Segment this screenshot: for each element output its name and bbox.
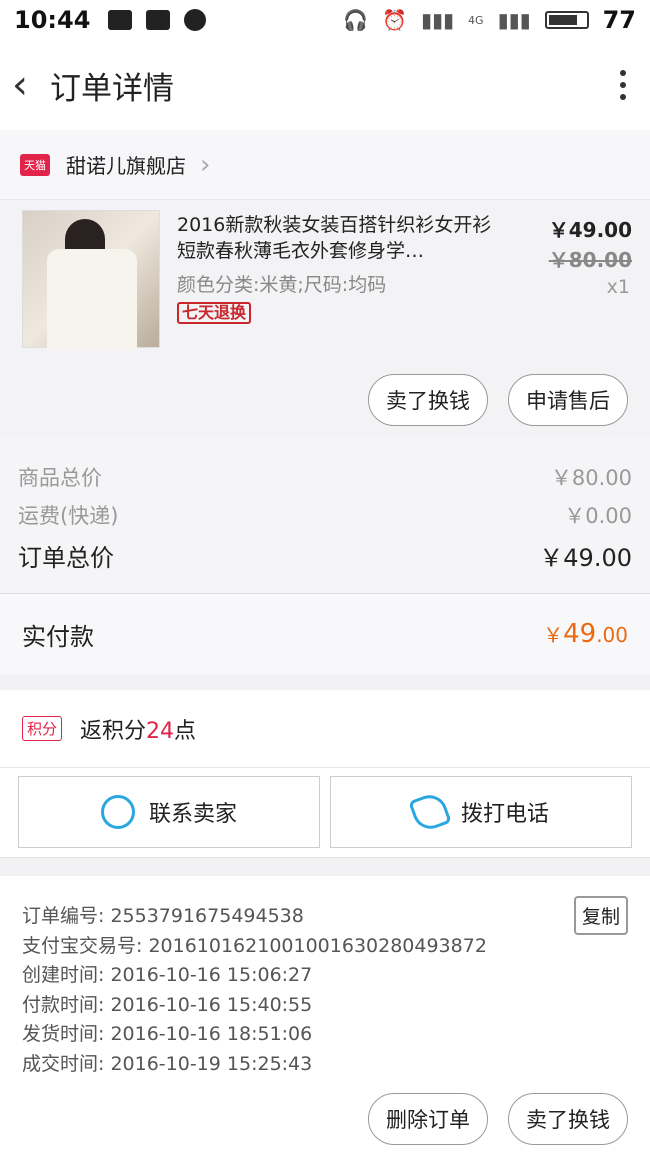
- signal-icon: ▮▮▮: [421, 8, 455, 32]
- shipped-time: 发货时间: 2016-10-16 18:51:06: [22, 1023, 313, 1045]
- phone-icon: [408, 790, 452, 834]
- price-summary: 商品总价 ￥80.00 运费(快递) ￥0.00 订单总价 ￥49.00: [0, 436, 650, 594]
- paid-label: 实付款: [22, 622, 94, 651]
- product-title: 2016新款秋装女装百搭针织衫女开衫短款春秋薄毛衣外套修身学…: [177, 214, 492, 262]
- order-item[interactable]: 2016新款秋装女装百搭针织衫女开衫短款春秋薄毛衣外套修身学… 颜色分类:米黄;…: [0, 200, 650, 436]
- mail-notification-icon: [146, 10, 171, 30]
- seven-day-return-badge: 七天退换: [177, 302, 252, 324]
- created-time: 创建时间: 2016-10-16 15:06:27: [22, 964, 313, 986]
- copy-button[interactable]: 复制: [573, 896, 628, 935]
- product-thumbnail[interactable]: [22, 210, 160, 349]
- image-notification-icon: [108, 10, 133, 30]
- product-original-price: ￥80.00: [548, 248, 632, 272]
- paid-amount: ￥49.00: [543, 619, 628, 649]
- resell-button[interactable]: 卖了换钱: [368, 374, 488, 426]
- chat-face-icon: [100, 795, 135, 829]
- delete-order-button[interactable]: 删除订单: [368, 1093, 488, 1145]
- shipping-row: 运费(快递) ￥0.00: [18, 504, 632, 528]
- shop-header[interactable]: 天猫 甜诺儿旗舰店 ›: [0, 130, 650, 200]
- completed-time: 成交时间: 2016-10-19 15:25:43: [22, 1052, 313, 1075]
- order-info: 复制 订单编号: 2553791675494538 支付宝交易号: 201610…: [0, 876, 650, 1081]
- points-row: 积分 返积分24点: [0, 690, 650, 768]
- more-menu-icon[interactable]: [608, 70, 638, 100]
- shop-name: 甜诺儿旗舰店: [66, 154, 186, 178]
- battery-level: 77: [602, 6, 636, 34]
- app-notification-icon: [184, 9, 207, 31]
- product-price: ￥49.00: [548, 218, 632, 242]
- status-bar: 10:44 🎧 ⏰ ▮▮▮ 4G ▮▮▮ 77: [0, 0, 650, 40]
- contact-seller-button[interactable]: 联系卖家: [18, 776, 320, 848]
- signal-icon-2: ▮▮▮: [497, 8, 531, 32]
- chevron-right-icon: ›: [200, 149, 211, 180]
- paid-amount-row: 实付款 ￥49.00: [0, 594, 650, 674]
- points-text: 返积分24点: [80, 718, 197, 744]
- status-time: 10:44: [14, 6, 91, 34]
- paid-time: 付款时间: 2016-10-16 15:40:55: [22, 993, 313, 1016]
- nav-bar: ‹ 订单详情: [0, 40, 650, 130]
- goods-total-row: 商品总价 ￥80.00: [18, 466, 632, 490]
- after-sales-button[interactable]: 申请售后: [508, 374, 628, 426]
- order-total-row: 订单总价 ￥49.00: [18, 544, 632, 572]
- product-quantity: x1: [606, 276, 630, 298]
- alarm-icon: ⏰: [382, 8, 407, 32]
- alipay-trade-number: 支付宝交易号: 2016101621001001630280493872: [22, 934, 487, 957]
- order-number: 订单编号: 2553791675494538: [22, 905, 304, 927]
- tmall-logo-icon: 天猫: [20, 153, 50, 176]
- bottom-action-bar: 删除订单 卖了换钱: [0, 1081, 650, 1155]
- battery-icon: [544, 11, 589, 29]
- page-title: 订单详情: [50, 70, 174, 107]
- back-arrow-icon[interactable]: ‹: [12, 65, 46, 105]
- contact-section: 联系卖家 拨打电话: [0, 768, 650, 858]
- product-spec: 颜色分类:米黄;尺码:均码: [177, 274, 387, 296]
- call-phone-button[interactable]: 拨打电话: [330, 776, 632, 848]
- headphone-icon: 🎧: [343, 8, 369, 32]
- points-badge: 积分: [22, 716, 63, 741]
- network-type: 4G: [468, 13, 484, 27]
- bottom-resell-button[interactable]: 卖了换钱: [508, 1093, 628, 1145]
